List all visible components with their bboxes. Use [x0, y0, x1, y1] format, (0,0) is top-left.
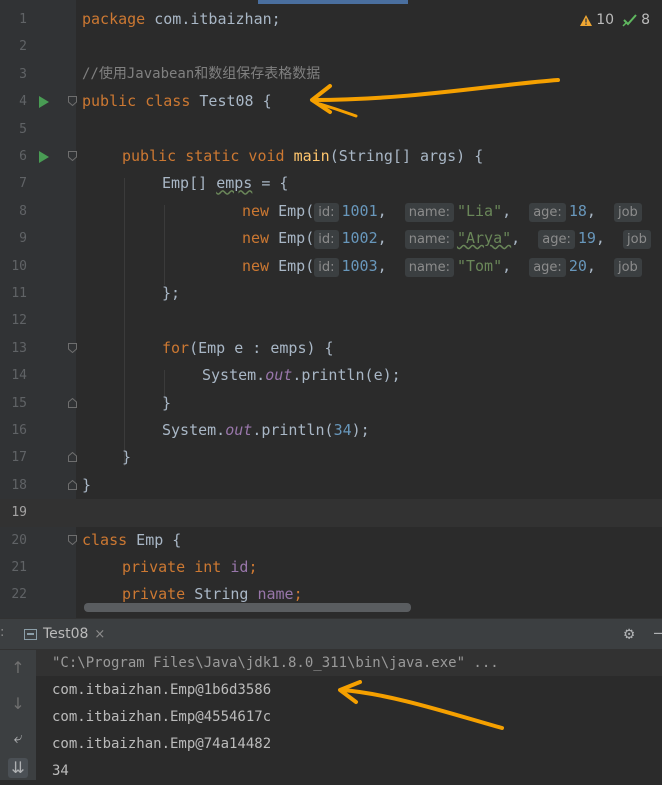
code-editor[interactable]: 1 package com.itbaizhan; 2 3 //使用Javabea… [0, 0, 662, 618]
param-hint: job [613, 257, 642, 277]
annotation-arrow [310, 78, 560, 118]
param-hint: name: [404, 257, 454, 277]
param-hint: job [613, 202, 642, 222]
code-line-17[interactable]: 17 } [0, 444, 662, 471]
fold-icon[interactable] [68, 397, 77, 408]
line-number: 3 [19, 66, 27, 82]
param-hint: id: [314, 202, 339, 222]
soft-wrap-icon[interactable]: ⤶ [8, 728, 28, 748]
param-hint: name: [404, 230, 454, 250]
line-number: 21 [11, 560, 27, 575]
code-line-9[interactable]: 9 new Emp(id: 1002, name: "Arya", age: 19, … [0, 225, 662, 252]
fold-icon[interactable] [68, 479, 77, 490]
line-number: 4 [19, 94, 27, 110]
param-hint: age: [529, 257, 566, 277]
line-number: 8 [19, 203, 27, 219]
code-comment: //使用Javabean和数组保存表格数据 [82, 65, 321, 82]
fold-icon[interactable] [68, 534, 77, 545]
console-tab-icon [24, 628, 37, 640]
code-line-13[interactable]: 13 for(Emp e : emps) { [0, 335, 662, 362]
console-line: com.itbaizhan.Emp@74a14482 [52, 736, 272, 752]
run-toolbar: : Test08 × ⚙ – [0, 618, 662, 650]
line-number: 14 [11, 368, 27, 384]
editor-tab-indicator [258, 0, 408, 4]
console-line: com.itbaizhan.Emp@1b6d3586 [52, 682, 272, 698]
panel-prefix: : [0, 625, 5, 640]
code-line-19[interactable]: 19 [0, 499, 662, 527]
fold-icon[interactable] [68, 452, 77, 463]
horizontal-scrollbar[interactable] [84, 603, 411, 612]
line-number: 11 [11, 286, 27, 301]
line-number: 15 [11, 395, 27, 411]
code-line-10[interactable]: 10 new Emp(id: 1003, name: "Tom", age: 20, … [0, 253, 662, 280]
line-number: 2 [19, 39, 27, 55]
fold-icon[interactable] [68, 342, 77, 353]
run-gutter-icon[interactable] [39, 151, 49, 163]
param-hint: age: [529, 202, 566, 222]
gear-icon[interactable]: ⚙ [624, 624, 634, 644]
code-line-12[interactable]: 12 [0, 307, 662, 334]
code-line-11[interactable]: 11 }; [0, 280, 662, 307]
code-line-8[interactable]: 8 new Emp(id: 1001, name: "Lia", age: 18, j… [0, 198, 662, 225]
param-hint: name: [404, 202, 454, 222]
warning-icon [580, 14, 593, 26]
param-hint: job [623, 230, 651, 250]
line-number: 20 [11, 532, 27, 548]
code-line-16[interactable]: 16 System.out.println(34); [0, 417, 662, 444]
code-line-14[interactable]: 14 System.out.println(e); [0, 362, 662, 389]
line-number: 12 [11, 313, 27, 329]
line-number: 10 [11, 258, 27, 274]
run-gutter-icon[interactable] [39, 96, 49, 109]
annotation-arrow [338, 680, 504, 730]
code-line-18[interactable]: 18 } [0, 472, 662, 499]
console-line: "C:\Program Files\Java\jdk1.8.0_311\bin\… [52, 655, 499, 671]
param-hint: id: [314, 230, 339, 250]
ok-indicator[interactable]: 8 [622, 12, 650, 28]
run-tab-test08[interactable]: Test08 × [24, 619, 105, 649]
fold-icon[interactable] [68, 96, 77, 107]
code-line-20[interactable]: 20 class Emp { [0, 527, 662, 554]
code-line-7[interactable]: 7 Emp[] emps = { [0, 170, 662, 197]
code-line-2[interactable]: 2 [0, 33, 662, 60]
line-number: 1 [19, 12, 27, 27]
code-line-6[interactable]: 6 public static void main(String[] args)… [0, 143, 662, 170]
line-number: 18 [11, 477, 27, 493]
down-arrow-icon[interactable]: ↓ [8, 694, 28, 714]
up-arrow-icon[interactable]: ↑ [8, 658, 28, 678]
run-tab-label: Test08 [43, 626, 89, 642]
line-number: 9 [19, 231, 27, 247]
inspection-widget[interactable]: 10 8 [579, 12, 650, 28]
param-hint: id: [314, 257, 339, 277]
code-line-15[interactable]: 15 } [0, 390, 662, 417]
line-number: 13 [11, 340, 27, 356]
run-tool-window[interactable]: : Test08 × ⚙ – ↑ ↓ ⤶ ⇊ "C:\Program Files… [0, 618, 662, 780]
warnings-indicator[interactable]: 10 [579, 12, 614, 28]
line-number: 16 [11, 423, 27, 438]
run-sidebar: ↑ ↓ ⤶ ⇊ [0, 650, 36, 780]
code-line-21[interactable]: 21 private int id; [0, 554, 662, 581]
minimize-icon[interactable]: – [654, 623, 662, 643]
fold-icon[interactable] [68, 151, 77, 161]
line-number: 6 [19, 149, 27, 164]
check-icon [622, 14, 637, 27]
line-number: 7 [19, 176, 27, 192]
param-hint: age: [538, 230, 575, 250]
code-line-1[interactable]: 1 package com.itbaizhan; [0, 6, 662, 33]
console-line: 34 [52, 763, 69, 779]
line-number: 22 [11, 587, 27, 603]
line-number: 5 [19, 121, 27, 137]
scroll-to-end-icon[interactable]: ⇊ [8, 758, 28, 778]
line-number: 17 [11, 450, 27, 466]
line-number: 19 [11, 505, 27, 521]
console-line: com.itbaizhan.Emp@4554617c [52, 709, 272, 725]
close-icon[interactable]: × [94, 627, 105, 642]
